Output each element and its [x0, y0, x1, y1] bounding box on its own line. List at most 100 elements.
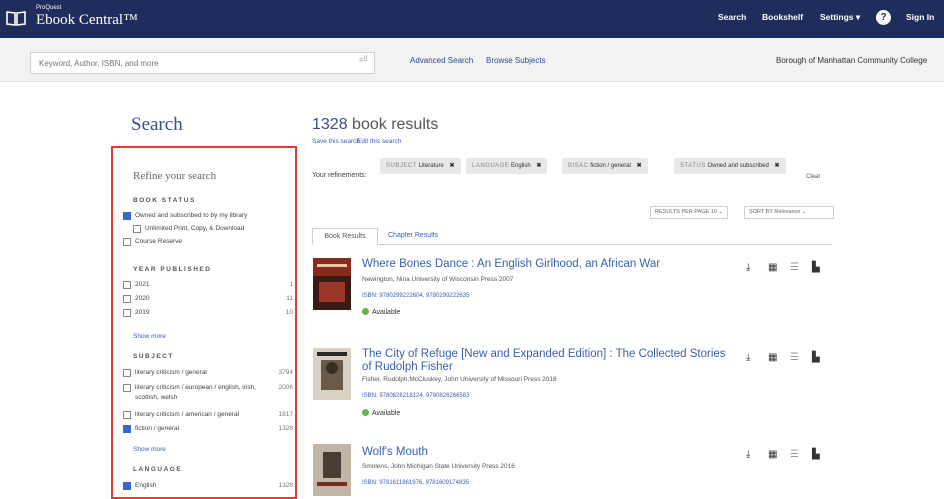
- read-online-icon[interactable]: ▦: [768, 352, 777, 363]
- sort-by-select[interactable]: SORT BY Relevance ⌄: [744, 206, 834, 219]
- refinements-label: Your refinements:: [312, 172, 367, 179]
- facet-label: literary criticism / american / general: [135, 411, 240, 418]
- book-cover-image[interactable]: [313, 444, 351, 496]
- facet-heading-language: LANGUAGE: [133, 466, 183, 473]
- institution-name: Borough of Manhattan Community College: [776, 56, 928, 65]
- refinement-chip-subject[interactable]: SUBJECT Literature ✖: [380, 158, 461, 174]
- checkbox-checked-icon[interactable]: [123, 482, 131, 490]
- book-title-link[interactable]: Where Bones Dance : An English Girlhood,…: [362, 258, 732, 271]
- refinement-chip-language[interactable]: LANGUAGE English ✖: [466, 158, 548, 174]
- facet-subject-fiction-general[interactable]: fiction / general 1328: [123, 424, 293, 434]
- facet-unlimited-print[interactable]: Unlimited Print, Copy, & Download: [123, 224, 293, 234]
- available-dot-icon: [362, 308, 369, 315]
- facet-subject-lit-crit-european[interactable]: literary criticism / european / english,…: [123, 383, 293, 403]
- open-book-icon[interactable]: [6, 10, 26, 26]
- clear-refinements-link[interactable]: Clear: [806, 174, 820, 180]
- tab-chapter-results[interactable]: Chapter Results: [388, 232, 438, 239]
- edit-search-link[interactable]: Edit this search: [357, 138, 401, 145]
- cite-icon[interactable]: ☰: [790, 449, 799, 460]
- facet-label: Course Reserve: [135, 238, 182, 245]
- chip-value: fiction / general: [590, 163, 631, 169]
- chip-close-icon[interactable]: ✖: [450, 163, 455, 169]
- facet-subject-lit-crit-general[interactable]: literary criticism / general 3794: [123, 368, 293, 378]
- chip-close-icon[interactable]: ✖: [775, 163, 780, 169]
- book-title-link[interactable]: The City of Refuge [New and Expanded Edi…: [362, 348, 732, 374]
- facet-subject-lit-crit-american[interactable]: literary criticism / american / general …: [123, 410, 293, 420]
- chip-close-icon[interactable]: ✖: [536, 163, 541, 169]
- book-cover-image[interactable]: [313, 258, 351, 310]
- book-meta: Newington, Nina University of Wisconsin …: [362, 276, 514, 283]
- checkbox-icon[interactable]: [123, 411, 131, 419]
- facet-language-english[interactable]: English 1328: [123, 481, 293, 491]
- facet-count: 1328: [278, 482, 293, 489]
- facet-heading-year: YEAR PUBLISHED: [133, 266, 212, 273]
- chip-value: Literature: [418, 163, 444, 169]
- facet-year-2021[interactable]: 2021 1: [123, 280, 293, 290]
- facet-label: Owned and subscribed to by my library: [135, 212, 248, 219]
- availability-status: Available: [362, 308, 400, 316]
- checkbox-icon[interactable]: [123, 295, 131, 303]
- results-per-page-select[interactable]: RESULTS PER PAGE 10 ⌄: [650, 206, 728, 219]
- availability-status: Available: [362, 409, 400, 417]
- facet-label: 2021: [135, 281, 150, 288]
- checkbox-icon[interactable]: [123, 281, 131, 289]
- search-input[interactable]: [30, 52, 375, 74]
- nav-bookshelf-link[interactable]: Bookshelf: [762, 12, 803, 22]
- nav-search-link[interactable]: Search: [718, 12, 746, 22]
- facet-course-reserve[interactable]: Course Reserve: [123, 237, 293, 247]
- add-to-bookshelf-icon[interactable]: ▙: [812, 262, 820, 273]
- chip-value: English: [511, 163, 531, 169]
- download-icon[interactable]: ⤓: [746, 262, 750, 273]
- facet-label: fiction / general: [135, 425, 180, 432]
- checkbox-icon[interactable]: [133, 225, 141, 233]
- facet-label: 2020: [135, 295, 150, 302]
- cite-icon[interactable]: ☰: [790, 262, 799, 273]
- chip-value: Owned and subscribed: [707, 163, 769, 169]
- facet-year-2019[interactable]: 2019 10: [123, 308, 293, 318]
- book-meta: Fisher, Rudolph;McCluskey, John Universi…: [362, 376, 557, 383]
- add-to-bookshelf-icon[interactable]: ▙: [812, 352, 820, 363]
- download-icon[interactable]: ⤓: [746, 449, 750, 460]
- checkbox-checked-icon[interactable]: [123, 425, 131, 433]
- facet-label: 2019: [135, 309, 150, 316]
- download-icon[interactable]: ⤓: [746, 352, 750, 363]
- page-title: Search: [131, 114, 183, 135]
- search-submit-icon[interactable]: ⏎: [359, 55, 367, 66]
- facet-count: 2006: [278, 384, 293, 391]
- book-title-link[interactable]: Wolf's Mouth: [362, 446, 732, 459]
- refinement-chip-bisac[interactable]: BISAC fiction / general ✖: [562, 158, 648, 174]
- facet-count: 3794: [278, 369, 293, 376]
- facet-year-2020[interactable]: 2020 11: [123, 294, 293, 304]
- chip-key: SUBJECT: [386, 163, 417, 169]
- advanced-search-link[interactable]: Advanced Search: [410, 56, 473, 65]
- nav-settings-menu[interactable]: Settings ▾: [820, 12, 860, 23]
- subject-show-more-link[interactable]: Show more: [133, 446, 166, 453]
- book-cover-image[interactable]: [313, 348, 351, 400]
- chip-key: STATUS: [680, 163, 706, 169]
- cite-icon[interactable]: ☰: [790, 352, 799, 363]
- facet-label: English: [135, 482, 157, 489]
- checkbox-icon[interactable]: [123, 384, 131, 392]
- year-show-more-link[interactable]: Show more: [133, 333, 166, 340]
- add-to-bookshelf-icon[interactable]: ▙: [812, 449, 820, 460]
- help-icon[interactable]: ?: [876, 10, 891, 25]
- refinement-chip-status[interactable]: STATUS Owned and subscribed ✖: [674, 158, 786, 174]
- brand-logo[interactable]: ProQuest Ebook Central™: [36, 5, 138, 29]
- top-nav-bar: ProQuest Ebook Central™ Search Bookshelf…: [0, 0, 944, 38]
- checkbox-icon[interactable]: [123, 238, 131, 246]
- book-meta: Smolens, John Michigan State University …: [362, 463, 515, 470]
- facet-count: 1: [289, 281, 293, 288]
- checkbox-icon[interactable]: [123, 309, 131, 317]
- sign-in-link[interactable]: Sign In: [906, 12, 934, 22]
- browse-subjects-link[interactable]: Browse Subjects: [486, 56, 546, 65]
- save-search-link[interactable]: Save this search: [312, 138, 360, 145]
- facet-owned-subscribed[interactable]: Owned and subscribed to by my library: [123, 211, 293, 221]
- read-online-icon[interactable]: ▦: [768, 262, 777, 273]
- chip-close-icon[interactable]: ✖: [637, 163, 642, 169]
- tab-book-results[interactable]: Book Results: [312, 228, 378, 245]
- checkbox-checked-icon[interactable]: [123, 212, 131, 220]
- results-suffix: book results: [352, 116, 439, 133]
- checkbox-icon[interactable]: [123, 369, 131, 377]
- read-online-icon[interactable]: ▦: [768, 449, 777, 460]
- refine-title: Refine your search: [133, 170, 217, 182]
